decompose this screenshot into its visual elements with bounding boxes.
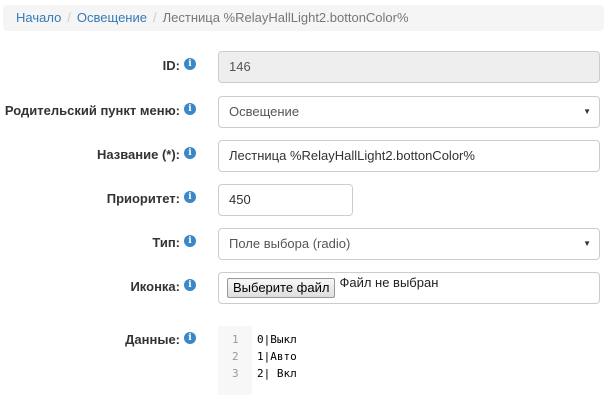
breadcrumb-separator: /	[67, 10, 71, 25]
parent-menu-value: Освещение	[229, 104, 300, 119]
chevron-down-icon: ▼	[583, 107, 591, 116]
code-text: 0|Выкл	[257, 333, 297, 346]
info-icon[interactable]: i	[184, 279, 196, 291]
code-text: 2| Вкл	[257, 367, 297, 380]
info-icon[interactable]: i	[184, 147, 196, 159]
priority-input[interactable]: 450	[218, 184, 353, 216]
info-icon[interactable]: i	[184, 58, 196, 70]
line-number: 1	[232, 333, 239, 346]
type-select[interactable]: Поле выбора (radio) ▼	[218, 228, 600, 260]
name-input[interactable]: Лестница %RelayHallLight2.bottonColor%	[218, 140, 600, 172]
breadcrumb-separator: /	[152, 10, 157, 25]
name-label: Название (*):	[96, 147, 180, 162]
type-label: Тип:	[152, 235, 180, 250]
breadcrumb-home-link[interactable]: Начало	[16, 10, 61, 25]
parent-menu-select[interactable]: Освещение ▼	[218, 96, 600, 128]
icon-file-input[interactable]: Выберите файл Файл не выбран	[218, 272, 600, 304]
choose-file-button[interactable]: Выберите файл	[227, 278, 336, 298]
type-value: Поле выбора (radio)	[229, 236, 351, 251]
info-icon[interactable]: i	[184, 103, 196, 115]
id-field: 146	[218, 51, 600, 83]
info-icon[interactable]: i	[184, 191, 196, 203]
info-icon[interactable]: i	[184, 235, 196, 247]
chevron-down-icon: ▼	[583, 239, 591, 248]
breadcrumb-current: Лестница %RelayHallLight2.bottonColor%	[162, 10, 409, 25]
data-label: Данные:	[125, 332, 180, 347]
breadcrumb: Начало / Освещение / Лестница %RelayHallLigh…	[3, 5, 604, 31]
icon-label: Иконка:	[130, 279, 180, 294]
breadcrumb-section-link[interactable]: Освещение	[77, 10, 147, 25]
info-icon[interactable]: i	[184, 332, 196, 344]
parent-menu-label: Родительский пункт меню:	[4, 103, 180, 118]
id-label: ID:	[162, 58, 180, 73]
line-number: 3	[232, 367, 239, 380]
file-status: Файл не выбран	[339, 275, 439, 290]
line-number: 2	[232, 350, 239, 363]
priority-label: Приоритет:	[106, 191, 180, 206]
code-text: 1|Авто	[257, 350, 297, 363]
data-code-editor[interactable]: 1 0|Выкл 2 1|Авто 3 2| Вкл	[218, 326, 600, 395]
